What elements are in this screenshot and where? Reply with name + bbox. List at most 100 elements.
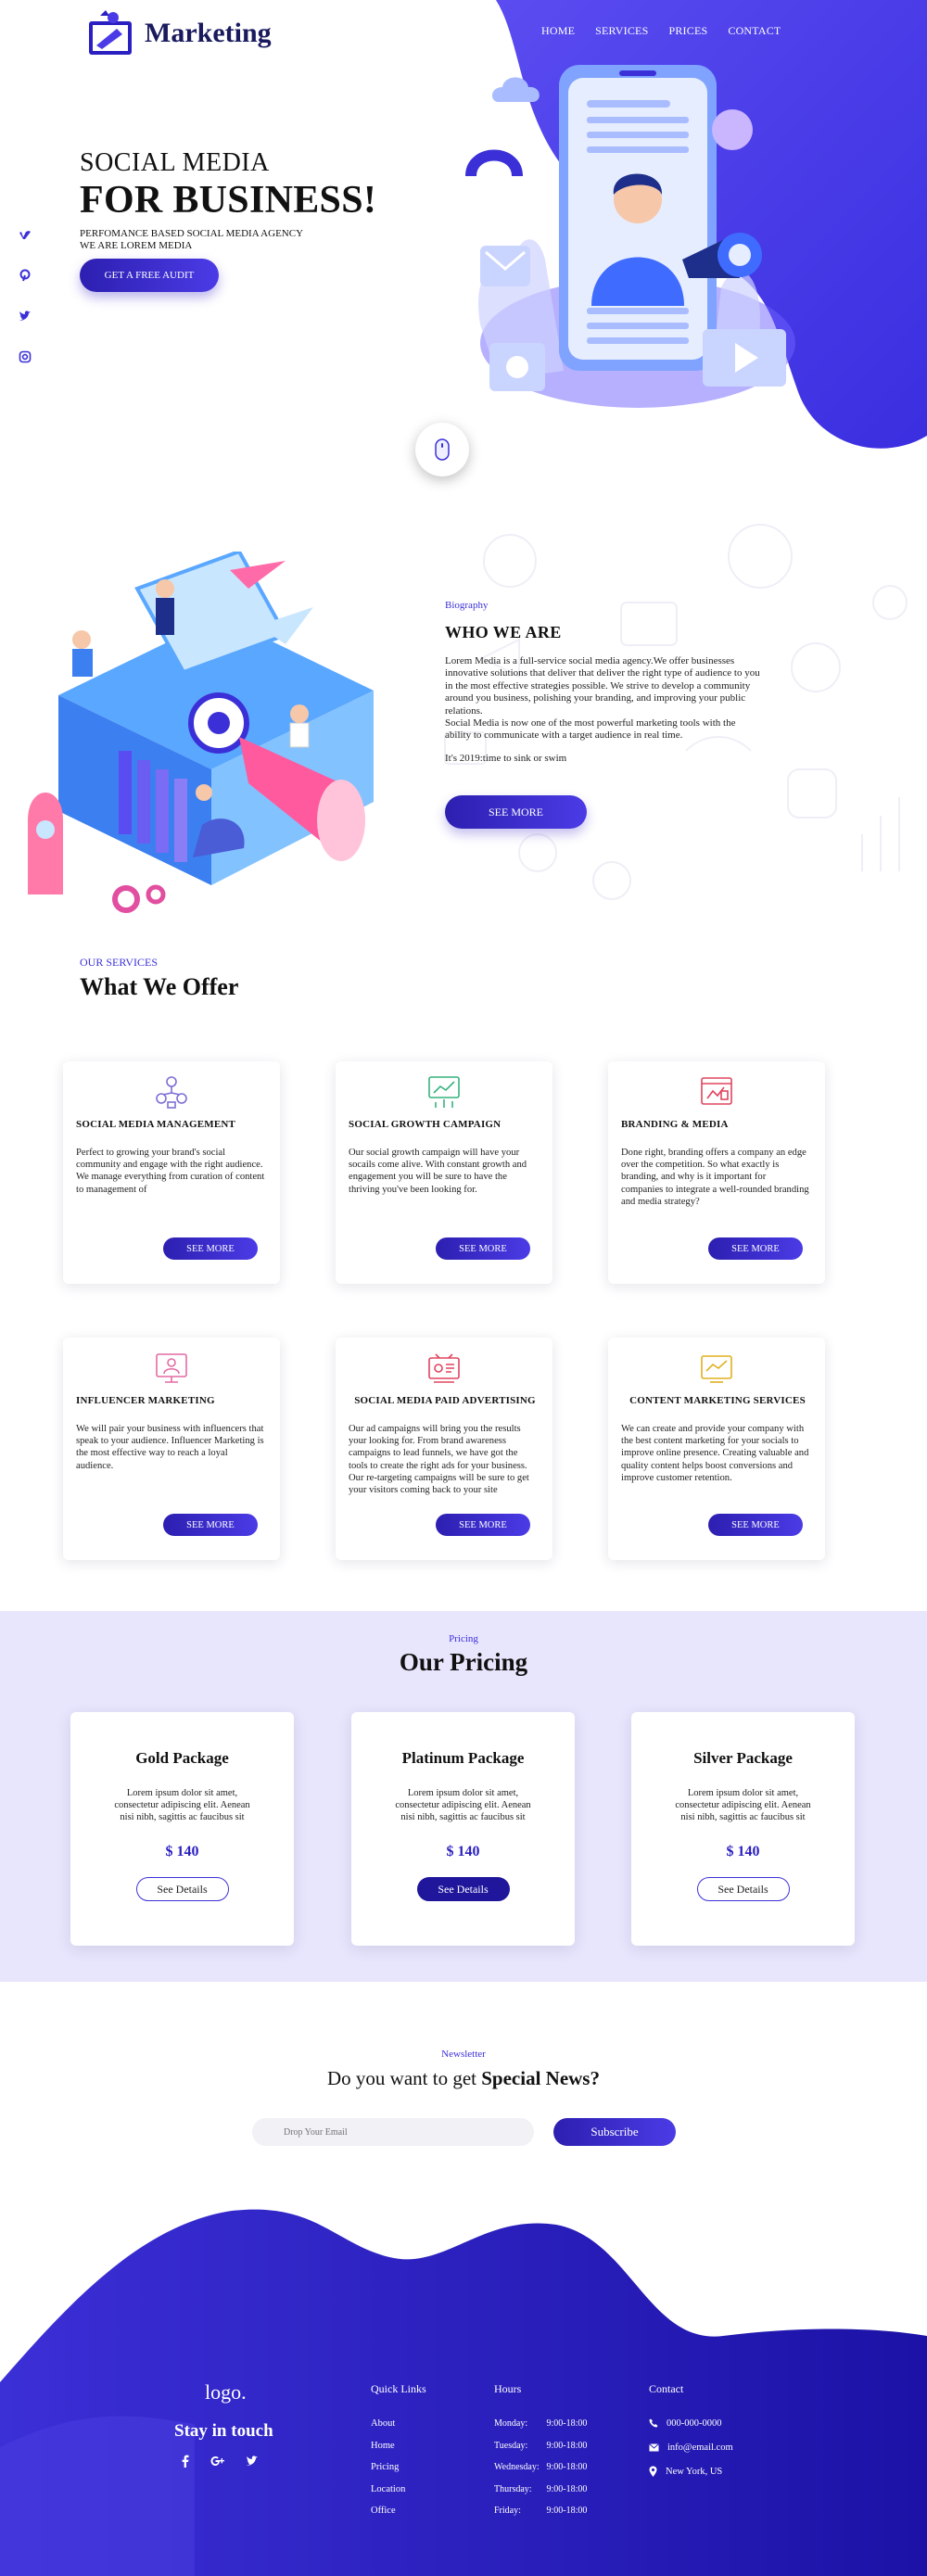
service-card: INFLUENCER MARKETING We will pair your b… — [63, 1338, 280, 1560]
footer-quick-links: Quick Links About Home Pricing Location … — [371, 2382, 426, 2528]
hero-subtitle: SOCIAL MEDIA — [80, 148, 270, 177]
service-see-more-button[interactable]: SEE MORE — [436, 1514, 530, 1536]
about-paragraph-2: It's 2019:time to sink or swim — [445, 752, 567, 764]
scroll-down-button[interactable] — [415, 423, 469, 476]
about-see-more-button[interactable]: SEE MORE — [445, 795, 587, 829]
service-see-more-button[interactable]: SEE MORE — [163, 1514, 258, 1536]
service-text: We can create and provide your company w… — [621, 1424, 809, 1483]
footer-link-office[interactable]: Office — [371, 2506, 426, 2528]
twitter-icon[interactable] — [19, 310, 32, 323]
subscribe-button[interactable]: Subscribe — [553, 2118, 676, 2146]
about-label: Biography — [445, 600, 489, 611]
footer-social-links — [181, 2455, 259, 2472]
nav-contact[interactable]: CONTACT — [728, 24, 781, 38]
newsletter-title: Do you want to get Special News? — [0, 2067, 927, 2090]
influencer-icon — [156, 1353, 187, 1383]
main-nav: HOME SERVICES PRICES CONTACT — [541, 24, 781, 38]
hours-row: Monday: 9:00-18:00 — [494, 2418, 587, 2441]
plan-price: $ 140 — [726, 1844, 760, 1860]
see-details-button[interactable]: See Details — [135, 1877, 229, 1902]
plan-description: Lorem ipsum dolor sit amet, consectetur … — [114, 1788, 250, 1822]
hours-row: Tuesday: 9:00-18:00 — [494, 2441, 587, 2463]
hours-day: Friday: — [494, 2506, 521, 2516]
team-icon — [156, 1076, 187, 1109]
service-title: INFLUENCER MARKETING — [76, 1395, 215, 1406]
contact-text: 000-000-0000 — [667, 2417, 722, 2429]
twitter-icon[interactable] — [246, 2455, 259, 2472]
plan-description: Lorem ipsum dolor sit amet, consectetur … — [675, 1788, 811, 1822]
free-audit-button[interactable]: GET A FREE AUDIT — [80, 259, 219, 292]
newsletter-title-bold: Special News? — [481, 2067, 600, 2089]
side-social-bar — [19, 228, 32, 363]
google-plus-icon[interactable] — [210, 2455, 225, 2472]
hours-day: Tuesday: — [494, 2440, 528, 2451]
see-details-button[interactable]: See Details — [416, 1877, 510, 1902]
hours-time: 9:00-18:00 — [546, 2440, 588, 2451]
advertising-icon — [428, 1353, 460, 1383]
newsletter-label: Newsletter — [441, 2049, 486, 2060]
service-text: We will pair your business with influenc… — [76, 1424, 264, 1471]
location-icon — [649, 2466, 657, 2477]
service-card: BRANDING & MEDIA Done right, branding of… — [608, 1061, 825, 1284]
facebook-icon[interactable] — [181, 2455, 190, 2472]
hero-tagline: PERFOMANCE BASED SOCIAL MEDIA AGENCY WE … — [80, 228, 358, 252]
phone-icon — [649, 2418, 658, 2428]
service-card: SOCIAL GROWTH CAMPAIGN Our social growth… — [336, 1061, 552, 1284]
instagram-icon[interactable] — [19, 350, 32, 363]
hero-tagline-line-2: WE ARE LOREM MEDIA — [80, 240, 193, 251]
about-title: WHO WE ARE — [445, 623, 562, 641]
hours-day: Thursday: — [494, 2483, 532, 2494]
service-card: SOCIAL MEDIA PAID ADVERTISING Our ad cam… — [336, 1338, 552, 1560]
service-card: CONTENT MARKETING SERVICES We can create… — [608, 1338, 825, 1560]
hours-time: 9:00-18:00 — [546, 2483, 588, 2494]
services-label: OUR SERVICES — [80, 956, 159, 969]
contact-email[interactable]: info@email.com — [649, 2435, 733, 2459]
hours-day: Monday: — [494, 2418, 528, 2429]
about-paragraph-1b: Social Media is now one of the most powe… — [445, 717, 736, 742]
about-body: Lorem Media is a full-service social med… — [445, 655, 760, 775]
newsletter-email-input[interactable] — [252, 2118, 534, 2146]
footer-link-pricing[interactable]: Pricing — [371, 2462, 426, 2484]
content-icon — [701, 1355, 732, 1383]
logo-megaphone-icon — [89, 10, 132, 55]
services-title: What We Offer — [80, 973, 239, 1000]
newsletter-title-plain: Do you want to get — [327, 2067, 482, 2089]
hours-time: 9:00-18:00 — [546, 2506, 588, 2516]
contact-text: info@email.com — [667, 2442, 733, 2453]
footer-logo[interactable]: logo. — [205, 2380, 247, 2405]
see-details-button[interactable]: See Details — [696, 1877, 790, 1902]
nav-prices[interactable]: PRICES — [668, 24, 707, 38]
nav-home[interactable]: HOME — [541, 24, 575, 38]
footer-link-home[interactable]: Home — [371, 2441, 426, 2463]
hours-row: Wednesday: 9:00-18:00 — [494, 2462, 587, 2484]
brand-logo[interactable]: Marketing — [85, 7, 484, 59]
pricing-title: Our Pricing — [399, 1648, 528, 1676]
footer-hours: Hours Monday: 9:00-18:00 Tuesday: 9:00-1… — [494, 2382, 587, 2528]
service-see-more-button[interactable]: SEE MORE — [708, 1237, 803, 1260]
footer-link-location[interactable]: Location — [371, 2484, 426, 2506]
about-paragraph-1: Lorem Media is a full-service social med… — [445, 655, 760, 717]
pinterest-icon[interactable] — [19, 269, 32, 282]
plan-name: Platinum Package — [401, 1749, 525, 1767]
mail-icon — [649, 2443, 659, 2451]
growth-icon — [428, 1076, 460, 1108]
pricing-label: Pricing — [449, 1633, 478, 1644]
contact-text: New York, US — [666, 2466, 723, 2477]
brand-name: Marketing — [145, 18, 272, 48]
plan-name: Silver Package — [693, 1749, 793, 1767]
service-text: Perfect to growing your brand's social c… — [76, 1148, 265, 1195]
service-text: Our social growth campaign will have you… — [349, 1148, 527, 1195]
contact-phone[interactable]: 000-000-0000 — [649, 2411, 733, 2435]
vimeo-icon[interactable] — [19, 228, 32, 241]
hours-time: 9:00-18:00 — [546, 2462, 588, 2472]
footer-link-about[interactable]: About — [371, 2418, 426, 2441]
contact-location[interactable]: New York, US — [649, 2459, 733, 2483]
hours-time: 9:00-18:00 — [546, 2418, 588, 2429]
service-title: BRANDING & MEDIA — [621, 1119, 729, 1130]
footer-contact: Contact 000-000-0000 info@email.com New … — [649, 2382, 733, 2483]
service-see-more-button[interactable]: SEE MORE — [163, 1237, 258, 1260]
service-title: SOCIAL MEDIA PAID ADVERTISING — [354, 1395, 536, 1406]
service-see-more-button[interactable]: SEE MORE — [708, 1514, 803, 1536]
service-see-more-button[interactable]: SEE MORE — [436, 1237, 530, 1260]
nav-services[interactable]: SERVICES — [595, 24, 648, 38]
